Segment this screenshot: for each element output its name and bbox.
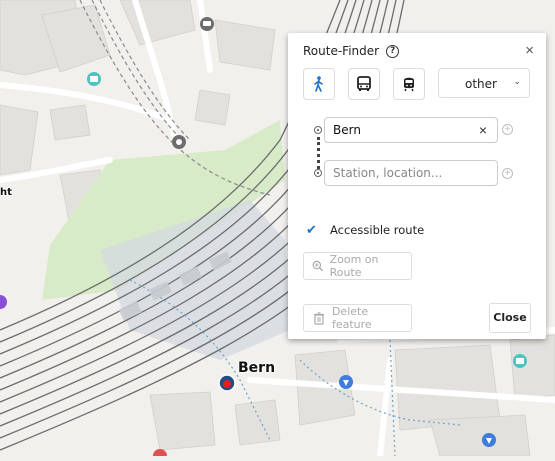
panel-header: Route-Finder ? — [303, 44, 400, 58]
bus-icon — [357, 76, 371, 91]
accessible-route-label: Accessible route — [330, 223, 425, 237]
zoom-on-route-label: Zoom on Route — [329, 253, 379, 279]
walk-icon — [314, 76, 323, 92]
transport-mode-value: other — [465, 77, 497, 91]
clear-origin-icon[interactable]: × — [479, 122, 487, 138]
station-label: Bern — [238, 360, 276, 376]
route-finder-panel: Route-Finder ? × other ⌄ Bern × + Statio… — [288, 33, 546, 339]
destination-field[interactable] — [324, 160, 498, 186]
station-marker-icon — [218, 374, 236, 392]
route-connector — [317, 137, 320, 169]
panel-title: Route-Finder — [303, 44, 380, 58]
transport-mode-select[interactable]: other ⌄ — [438, 68, 530, 98]
trash-icon — [313, 311, 324, 325]
add-destination-icon[interactable]: + — [502, 168, 513, 179]
close-icon[interactable]: × — [525, 42, 534, 59]
destination-marker-icon — [314, 169, 322, 177]
train-mode-button[interactable] — [393, 68, 425, 100]
train-icon — [404, 77, 414, 92]
delete-feature-button[interactable]: Delete feature — [303, 304, 412, 332]
checkmark-icon[interactable]: ✔ — [306, 222, 320, 238]
delete-feature-label: Delete feature — [331, 305, 372, 331]
zoom-in-icon — [312, 260, 324, 272]
accessible-route-option[interactable]: ✔ Accessible route — [306, 222, 424, 238]
bus-mode-button[interactable] — [348, 68, 380, 100]
help-icon[interactable]: ? — [386, 44, 400, 58]
chevron-down-icon: ⌄ — [513, 77, 521, 87]
destination-input[interactable] — [333, 166, 473, 180]
origin-input[interactable] — [333, 123, 473, 137]
map-edge-label: ht — [0, 187, 12, 198]
zoom-on-route-button[interactable]: Zoom on Route — [303, 252, 412, 280]
close-button[interactable]: Close — [489, 303, 531, 333]
add-via-icon[interactable]: + — [502, 124, 513, 135]
walk-mode-button[interactable] — [303, 68, 335, 100]
origin-marker-icon — [314, 126, 322, 134]
origin-field[interactable]: × — [324, 117, 498, 143]
